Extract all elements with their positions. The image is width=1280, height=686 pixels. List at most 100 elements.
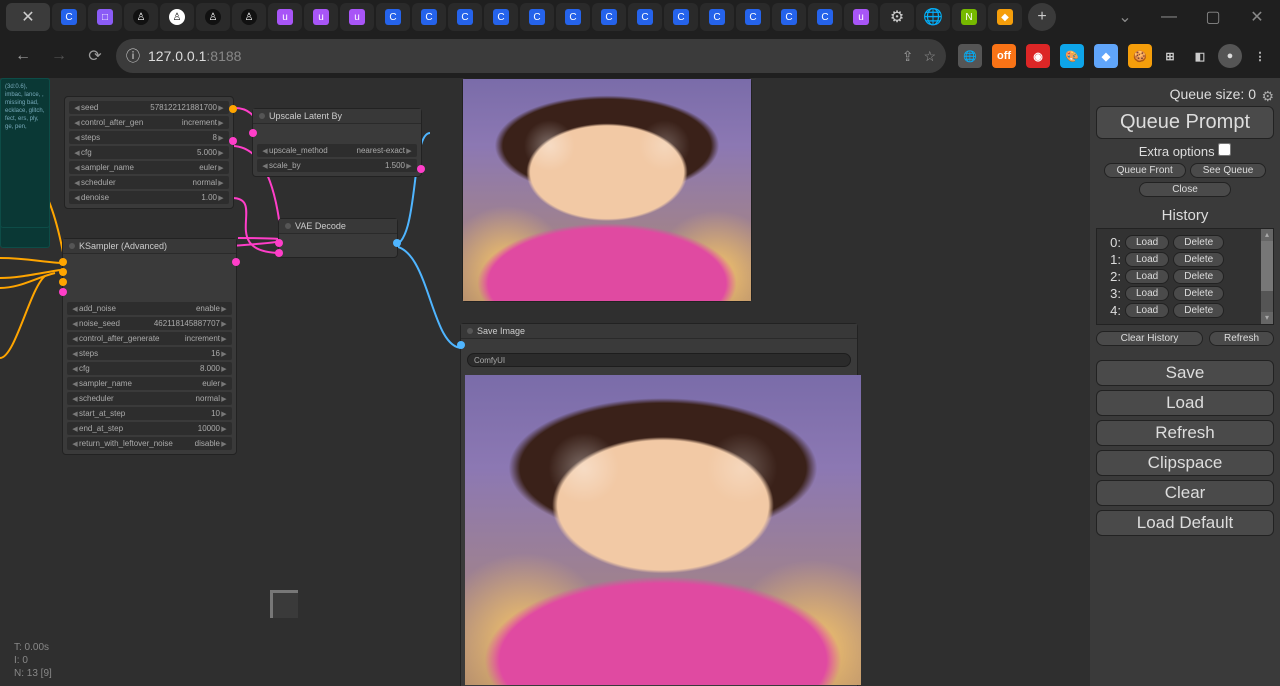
browser-tab[interactable]: ♙ (160, 3, 194, 31)
node-param-row[interactable]: ◀upscale_methodnearest-exact▶ (257, 144, 417, 157)
menu-icon[interactable]: ⋮ (1248, 44, 1272, 68)
browser-tab[interactable]: C (448, 3, 482, 31)
see-queue-button[interactable]: See Queue (1190, 163, 1267, 178)
node-param-row[interactable]: ◀noise_seed462118145887707▶ (67, 317, 232, 330)
browser-tab[interactable]: ◆ (988, 3, 1022, 31)
node-param-row[interactable]: ◀control_after_generateincrement▶ (67, 332, 232, 345)
browser-tab[interactable]: C (376, 3, 410, 31)
browser-tab[interactable]: C (556, 3, 590, 31)
browser-tab[interactable]: □ (88, 3, 122, 31)
sidepanel-icon[interactable]: ◧ (1188, 44, 1212, 68)
maximize-button[interactable]: ▢ (1192, 4, 1234, 30)
forward-button[interactable]: → (44, 41, 74, 71)
browser-tab[interactable]: C (484, 3, 518, 31)
reload-button[interactable]: ⟳ (80, 41, 110, 71)
node-param-row[interactable]: ◀start_at_step10▶ (67, 407, 232, 420)
history-load-button[interactable]: Load (1125, 303, 1169, 318)
history-delete-button[interactable]: Delete (1173, 286, 1224, 301)
history-delete-button[interactable]: Delete (1173, 235, 1224, 250)
browser-tab[interactable]: u (340, 3, 374, 31)
extra-options-checkbox[interactable] (1218, 143, 1231, 156)
history-load-button[interactable]: Load (1125, 252, 1169, 267)
node-param-row[interactable]: ◀return_with_leftover_noisedisable▶ (67, 437, 232, 450)
browser-tab[interactable]: C (700, 3, 734, 31)
browser-tab[interactable]: C (736, 3, 770, 31)
browser-tab[interactable]: ✕ (6, 3, 50, 31)
load-default-button[interactable]: Load Default (1096, 510, 1274, 536)
scroll-down-icon[interactable]: ▾ (1261, 312, 1273, 324)
browser-tab[interactable]: C (808, 3, 842, 31)
clear-history-button[interactable]: Clear History (1096, 331, 1203, 346)
history-scrollbar[interactable]: ▴ ▾ (1261, 229, 1273, 324)
node-param-row[interactable]: ◀seed578122121881700▶ (69, 101, 229, 114)
minimize-button[interactable]: — (1148, 4, 1190, 30)
browser-tab[interactable]: u (304, 3, 338, 31)
address-bar[interactable]: ⓘ 127.0.0.1:8188 ⇪ ☆ (116, 39, 946, 73)
close-window-button[interactable]: ✕ (1236, 4, 1278, 30)
site-info-icon[interactable]: ⓘ (126, 46, 140, 66)
node-param-row[interactable]: ◀cfg8.000▶ (67, 362, 232, 375)
upscale-latent-node[interactable]: Upscale Latent By ◀upscale_methodnearest… (252, 108, 422, 177)
browser-tab[interactable]: C (664, 3, 698, 31)
clear-button[interactable]: Clear (1096, 480, 1274, 506)
history-delete-button[interactable]: Delete (1173, 303, 1224, 318)
negative-prompt-node[interactable]: (3d:0.6), imbac, lance, , missing bad, e… (0, 78, 50, 228)
scroll-thumb[interactable] (1261, 241, 1273, 291)
extension-icon[interactable]: 🌐 (958, 44, 982, 68)
node-param-row[interactable]: ◀sampler_nameeuler▶ (67, 377, 232, 390)
browser-tab[interactable]: 🌐 (916, 3, 950, 31)
ksampler-node[interactable]: ◀seed578122121881700▶ ◀control_after_geni… (64, 96, 234, 209)
browser-tab[interactable]: C (520, 3, 554, 31)
browser-tab[interactable]: u (268, 3, 302, 31)
browser-tab[interactable]: ⚙ (880, 3, 914, 31)
node-param-row[interactable]: ◀end_at_step10000▶ (67, 422, 232, 435)
node-param-row[interactable]: ◀schedulernormal▶ (69, 176, 229, 189)
share-icon[interactable]: ⇪ (902, 48, 914, 65)
browser-tab[interactable]: N (952, 3, 986, 31)
save-image-node[interactable]: Save Image (460, 323, 858, 686)
refresh-button[interactable]: Refresh (1096, 420, 1274, 446)
browser-tab[interactable]: C (412, 3, 446, 31)
history-delete-button[interactable]: Delete (1173, 252, 1224, 267)
browser-tab[interactable]: C (592, 3, 626, 31)
extension-icon[interactable]: 🍪 (1128, 44, 1152, 68)
history-delete-button[interactable]: Delete (1173, 269, 1224, 284)
node-param-row[interactable]: ◀sampler_nameeuler▶ (69, 161, 229, 174)
node-param-row[interactable]: ◀add_noiseenable▶ (67, 302, 232, 315)
browser-tab[interactable]: C (52, 3, 86, 31)
preview-image-node[interactable] (462, 78, 752, 302)
refresh-history-button[interactable]: Refresh (1209, 331, 1274, 346)
gear-icon[interactable]: ⚙ (1261, 88, 1274, 105)
history-load-button[interactable]: Load (1125, 235, 1169, 250)
vae-decode-node[interactable]: VAE Decode (278, 218, 398, 258)
extensions-menu-icon[interactable]: ⊞ (1158, 44, 1182, 68)
minimap[interactable] (270, 590, 298, 618)
browser-tab[interactable]: C (628, 3, 662, 31)
node-param-row[interactable]: ◀cfg5.000▶ (69, 146, 229, 159)
queue-prompt-button[interactable]: Queue Prompt (1096, 106, 1274, 139)
node-param-row[interactable]: ◀control_after_genincrement▶ (69, 116, 229, 129)
browser-tab[interactable]: u (844, 3, 878, 31)
extension-icon[interactable]: ◆ (1094, 44, 1118, 68)
filename-prefix-input[interactable] (467, 353, 851, 367)
bookmark-icon[interactable]: ☆ (923, 48, 936, 65)
history-load-button[interactable]: Load (1125, 286, 1169, 301)
browser-tab[interactable]: ♙ (124, 3, 158, 31)
close-button[interactable]: Close (1139, 182, 1231, 197)
browser-tab[interactable]: C (772, 3, 806, 31)
save-button[interactable]: Save (1096, 360, 1274, 386)
clipspace-button[interactable]: Clipspace (1096, 450, 1274, 476)
node-param-row[interactable]: ◀steps8▶ (69, 131, 229, 144)
node-param-row[interactable]: ◀scale_by1.500▶ (257, 159, 417, 172)
extension-icon[interactable]: ◉ (1026, 44, 1050, 68)
extension-icon[interactable]: 🎨 (1060, 44, 1084, 68)
browser-tab[interactable]: ♙ (196, 3, 230, 31)
ksampler-advanced-node[interactable]: KSampler (Advanced) ◀add_noiseenable▶◀no… (62, 238, 237, 455)
history-load-button[interactable]: Load (1125, 269, 1169, 284)
extension-icon[interactable]: off (992, 44, 1016, 68)
browser-tab[interactable]: ♙ (232, 3, 266, 31)
dropdown-icon[interactable]: ⌄ (1104, 4, 1146, 30)
comfyui-canvas[interactable]: ing stilled, RAW, soft urred d happy pho… (0, 78, 1090, 686)
scroll-up-icon[interactable]: ▴ (1261, 229, 1273, 241)
profile-icon[interactable]: ● (1218, 44, 1242, 68)
